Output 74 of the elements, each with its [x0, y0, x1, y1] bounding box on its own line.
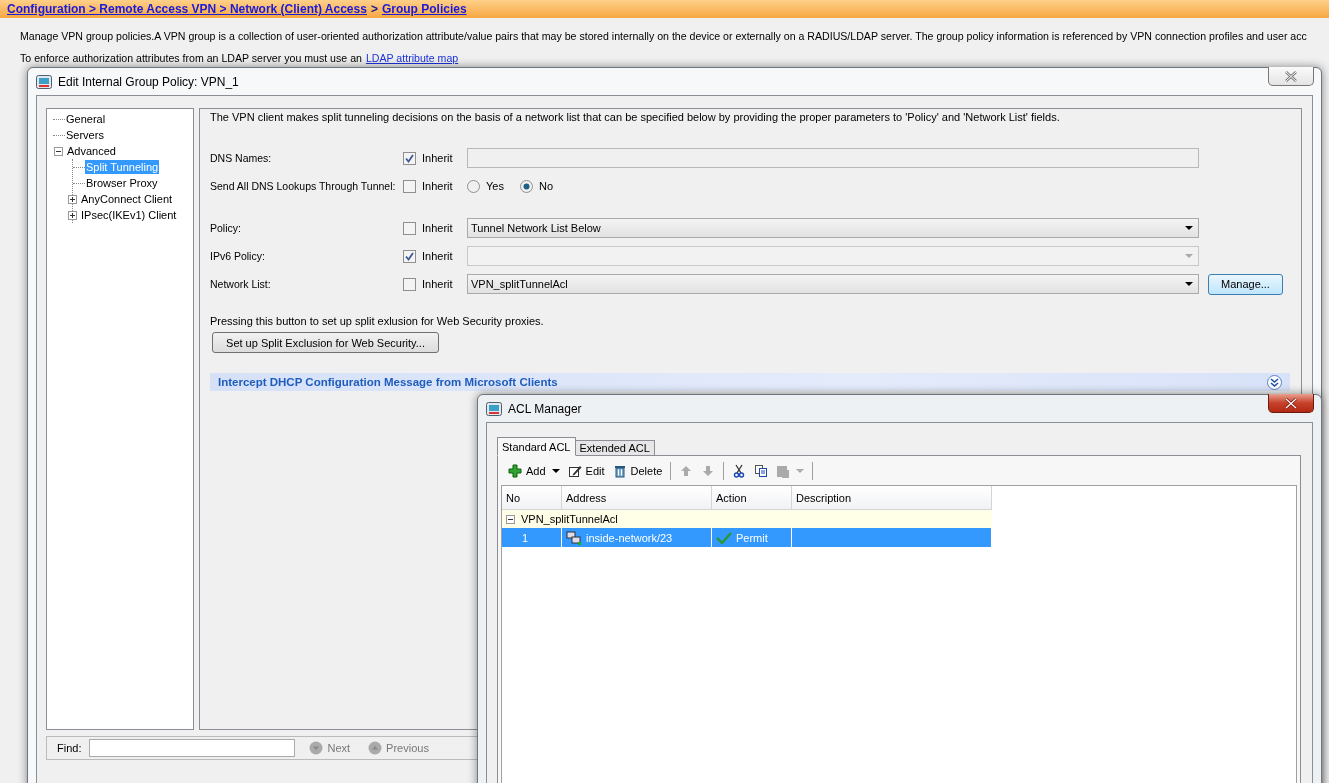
inherit-label: Inherit	[422, 278, 453, 290]
tree-item[interactable]: Servers	[65, 128, 105, 142]
column-header[interactable]: Action	[712, 486, 792, 509]
ldap-note: To enforce authorization attributes from an LDAP server you must use an	[20, 52, 362, 64]
arrow-up-icon	[679, 464, 694, 478]
tree-item[interactable]: General	[65, 112, 107, 126]
window-title: ACL Manager	[508, 401, 582, 416]
inherit-label: Inherit	[422, 180, 453, 192]
inherit-label: Inherit	[422, 222, 453, 234]
next-button[interactable]: Next	[309, 741, 351, 755]
toolbar-button[interactable]: Edit	[564, 460, 608, 482]
expand-chevron-icon	[1267, 374, 1282, 390]
tree-item[interactable]: Advanced	[66, 144, 117, 158]
table-cell: Permit	[736, 531, 768, 544]
field-label: DNS Names:	[210, 152, 273, 164]
dropdown-arrow-icon	[1185, 254, 1193, 258]
inherit-label: Inherit	[422, 152, 453, 164]
field-label: Network List:	[210, 278, 272, 290]
tab[interactable]: Standard ACL	[497, 437, 576, 456]
split-tunneling-intro: The VPN client makes split tunneling decisions on the basis of a network list that can be specified below by providing the proper parameters to 'Policy' and 'Network List' fields.	[210, 111, 1061, 123]
table-cell: 1	[502, 528, 562, 547]
previous-button[interactable]: Previous	[368, 741, 429, 755]
table-cell: inside-network/23	[586, 531, 673, 544]
app-icon	[36, 74, 52, 89]
column-header[interactable]: No	[502, 486, 562, 509]
page-description: Manage VPN group policies.A VPN group is a collection of user-oriented authorization attribute/value pairs that may be stored internally on the device or externally on a RADIUS/LDAP server. The group policy information is referenced by VPN connection profiles and user acc	[19, 29, 1308, 42]
app-icon	[486, 401, 502, 416]
group-row[interactable]: VPN_splitTunnelAcl	[502, 510, 992, 528]
field-label: IPv6 Policy:	[210, 250, 266, 262]
column-header[interactable]: Address	[562, 486, 712, 509]
clipboard-icon	[776, 464, 791, 478]
field-label: Policy:	[210, 222, 242, 234]
split-exclusion-button[interactable]: Set up Split Exclusion for Web Security...	[212, 332, 439, 353]
field-label: Send All DNS Lookups Through Tunnel:	[210, 180, 397, 192]
close-icon	[1284, 397, 1298, 409]
radio-label: No	[538, 180, 553, 192]
tree-item[interactable]: Browser Proxy	[85, 176, 159, 190]
copy-icon	[754, 464, 769, 478]
radio-button[interactable]	[519, 179, 533, 193]
tree-item[interactable]: IPsec(IKEv1) Client	[80, 208, 178, 222]
section-header[interactable]: Intercept DHCP Configuration Message from Microsoft Clients	[210, 373, 1290, 391]
toolbar-button[interactable]: Add	[505, 460, 563, 482]
radio-button[interactable]	[467, 179, 480, 193]
plus-icon	[508, 464, 522, 478]
close-icon	[1284, 70, 1298, 82]
find-label: Find:	[57, 742, 82, 754]
trash-icon	[612, 464, 627, 478]
pencil-icon	[567, 464, 582, 478]
toolbar-button[interactable]: Delete	[609, 460, 666, 482]
expand-icon[interactable]	[68, 210, 77, 220]
column-header[interactable]: Description	[792, 486, 992, 509]
find-field[interactable]	[89, 739, 296, 757]
expand-icon[interactable]	[68, 194, 77, 204]
dropdown[interactable]: VPN_splitTunnelAcl	[467, 274, 1199, 294]
breadcrumb-link[interactable]: Configuration > Remote Access VPN > Network (Client) Access	[7, 2, 367, 16]
inherit-label: Inherit	[422, 250, 453, 262]
dropdown-arrow-icon	[1185, 282, 1193, 286]
dropdown-arrow-icon	[1185, 226, 1193, 230]
manage-button[interactable]: Manage...	[1208, 273, 1283, 295]
window-title: Edit Internal Group Policy: VPN_1	[58, 74, 239, 89]
breadcrumb-separator: >	[370, 2, 378, 16]
dropdown[interactable]: Tunnel Network List Below	[467, 218, 1199, 238]
split-exclusion-note: Pressing this button to set up split exlusion for Web Security proxies.	[210, 315, 545, 327]
radio-label: Yes	[486, 180, 504, 192]
scissors-icon	[732, 464, 747, 478]
tree-item[interactable]: AnyConnect Client	[80, 192, 174, 206]
arrow-down-icon	[701, 464, 716, 478]
collapse-icon[interactable]	[54, 146, 63, 156]
ldap-attribute-map-link[interactable]: LDAP attribute map	[365, 52, 459, 64]
close-button[interactable]	[1268, 394, 1314, 413]
network-icon	[566, 530, 582, 545]
check-icon	[716, 531, 732, 544]
tab[interactable]: Extended ACL	[574, 440, 655, 456]
breadcrumb-link[interactable]: Group Policies	[381, 2, 467, 16]
